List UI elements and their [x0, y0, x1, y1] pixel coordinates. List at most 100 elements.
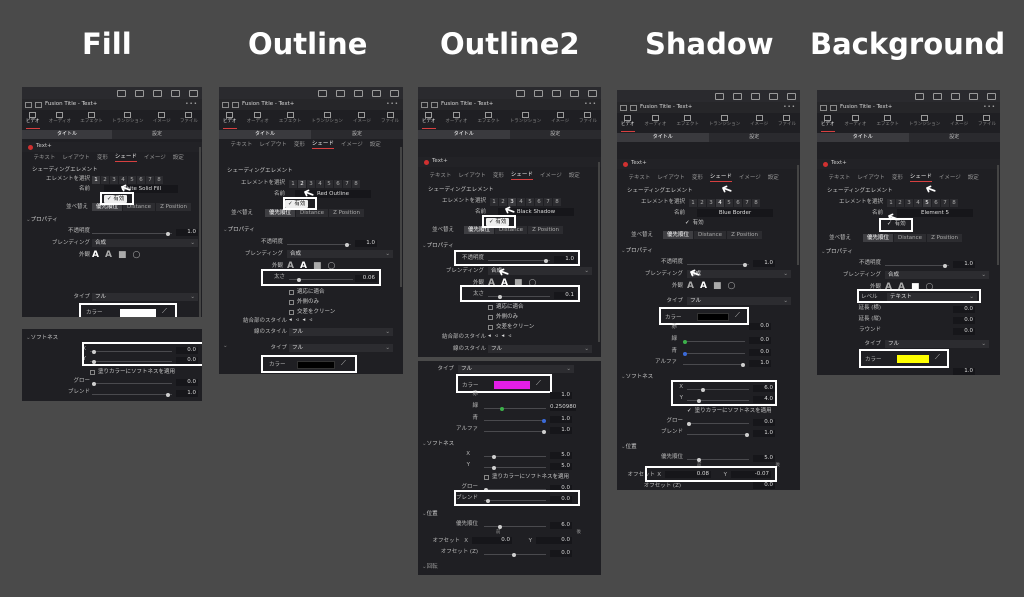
green-value[interactable]: 0.0 — [749, 337, 771, 344]
toolbar-icon[interactable] — [153, 89, 162, 97]
tab-layout[interactable]: レイアウト — [857, 175, 885, 182]
opacity-slider[interactable] — [287, 242, 351, 247]
softness-y-value[interactable]: 5.0 — [550, 463, 572, 470]
toolbar-icon[interactable] — [570, 89, 579, 97]
toolbar-icon[interactable] — [951, 92, 960, 100]
tab-text[interactable]: テキスト — [629, 175, 651, 182]
offset-z-slider[interactable] — [484, 552, 546, 557]
tab-transition[interactable]: トランジション — [909, 113, 940, 132]
tab-audio[interactable]: オーディオ — [247, 110, 269, 129]
type-select[interactable]: フル — [458, 365, 574, 373]
tab-transform[interactable]: 変形 — [892, 175, 903, 182]
alpha-value[interactable]: 1.0 — [749, 360, 771, 367]
tab-audio[interactable]: オーディオ — [844, 113, 867, 132]
element-button-6[interactable]: 6 — [334, 179, 342, 188]
type-select[interactable]: フル — [92, 293, 198, 301]
tab-video[interactable]: ビデオ — [821, 113, 835, 132]
tab-layout[interactable]: レイアウト — [259, 142, 287, 149]
join-style-icon[interactable]: ◂ — [289, 317, 292, 324]
tab-text[interactable]: テキスト — [231, 142, 253, 149]
tab-audio[interactable]: オーディオ — [49, 110, 71, 129]
element-button-8[interactable]: 8 — [155, 175, 163, 184]
element-button-5[interactable]: 5 — [923, 198, 931, 207]
type-select[interactable]: フル — [687, 297, 791, 305]
element-button-6[interactable]: 6 — [932, 198, 940, 207]
element-button-7[interactable]: 7 — [146, 175, 154, 184]
alpha-value[interactable]: 1.0 — [953, 368, 975, 375]
tab-image[interactable]: イメージ — [540, 173, 562, 180]
more-options-icon[interactable]: ••• — [185, 101, 198, 108]
toolbar-icon[interactable] — [390, 89, 399, 97]
slider-knob[interactable] — [492, 465, 496, 470]
slider-knob[interactable] — [498, 524, 502, 529]
more-options-icon[interactable]: ••• — [584, 101, 597, 108]
section-softness[interactable]: ソフトネス — [418, 441, 601, 449]
alpha-slider[interactable] — [683, 362, 745, 367]
tab-text[interactable]: テキスト — [430, 173, 452, 180]
toolbar-icon[interactable] — [336, 89, 345, 97]
element-button-5[interactable]: 5 — [526, 197, 534, 206]
section-position[interactable]: 位置 — [617, 444, 800, 452]
appearance-shape-icon[interactable]: ■ — [118, 250, 127, 260]
toolbar-icon[interactable] — [787, 92, 796, 100]
tab-image[interactable]: イメージ — [144, 155, 166, 162]
tab-transition[interactable]: トランジション — [112, 110, 143, 129]
slider-knob[interactable] — [92, 381, 96, 386]
priority-slider[interactable] — [687, 457, 749, 462]
tab-image[interactable]: イメージ — [950, 113, 968, 132]
tab-image[interactable]: イメージ — [939, 175, 961, 182]
tab-title[interactable]: タイトル — [617, 133, 709, 142]
round-value[interactable]: 0.0 — [953, 328, 975, 335]
toolbar-icon[interactable] — [715, 92, 724, 100]
appearance-outline-icon[interactable]: A — [700, 281, 707, 291]
line-style-select[interactable]: フル — [289, 328, 393, 336]
sort-z-position[interactable]: Z Position — [156, 203, 192, 211]
toolbar-icon[interactable] — [135, 89, 144, 97]
toolbar-icon[interactable] — [171, 89, 180, 97]
tab-video[interactable]: ビデオ — [621, 113, 635, 132]
element-name-field[interactable]: Element 5 — [897, 209, 973, 217]
tab-settings[interactable]: 設定 — [708, 133, 800, 142]
element-button-4[interactable]: 4 — [716, 198, 724, 207]
sort-z-position[interactable]: Z Position — [329, 209, 365, 217]
toolbar-icon[interactable] — [969, 92, 978, 100]
blending-select[interactable]: 合成 — [885, 271, 989, 279]
tab-shading[interactable]: シェード — [311, 141, 334, 150]
appearance-round-icon[interactable]: ○ — [132, 250, 140, 260]
outside-only-checkbox[interactable]: 外側のみ — [488, 314, 601, 321]
red-value[interactable]: 0.0 — [749, 323, 771, 330]
softness-y-slider[interactable] — [484, 465, 546, 470]
join-style-icon[interactable]: ◃ — [508, 333, 511, 340]
blending-select[interactable]: 合成 — [687, 270, 791, 278]
section-properties[interactable]: プロパティ — [219, 227, 403, 235]
scrollbar[interactable] — [598, 162, 600, 342]
offset-y-value[interactable]: 0.0 — [536, 537, 572, 544]
join-style-icon[interactable]: ◂ — [502, 333, 505, 340]
scrollbar[interactable] — [797, 165, 799, 265]
element-button-3[interactable]: 3 — [110, 175, 118, 184]
element-button-2[interactable]: 2 — [101, 175, 109, 184]
element-button-5[interactable]: 5 — [725, 198, 733, 207]
tab-image[interactable]: イメージ — [551, 110, 569, 129]
blue-slider[interactable] — [683, 351, 745, 356]
tab-file[interactable]: ファイル — [381, 110, 399, 129]
tab-transition[interactable]: トランジション — [709, 113, 740, 132]
tab-layout[interactable]: レイアウト — [62, 155, 90, 162]
tab-settings[interactable]: 設定 — [112, 130, 202, 139]
tab-audio[interactable]: オーディオ — [445, 110, 468, 129]
scrollbar[interactable] — [199, 147, 201, 317]
enabled-toggle[interactable]: ✓ 有効 — [685, 220, 800, 228]
extend-h-value[interactable]: 0.0 — [953, 306, 975, 313]
section-properties[interactable]: プロパティ — [22, 217, 202, 225]
join-style-icon[interactable]: ◂ — [488, 333, 491, 340]
element-button-8[interactable]: 8 — [752, 198, 760, 207]
slider-knob[interactable] — [743, 262, 747, 267]
tab-transform[interactable]: 変形 — [294, 142, 305, 149]
slider-knob[interactable] — [345, 242, 349, 247]
toolbar-icon[interactable] — [354, 89, 363, 97]
element-button-7[interactable]: 7 — [941, 198, 949, 207]
element-button-8[interactable]: 8 — [950, 198, 958, 207]
type-select[interactable]: フル — [289, 344, 393, 352]
element-name-field[interactable]: Blue Border — [697, 209, 773, 217]
tab-transition[interactable]: トランジション — [311, 110, 343, 129]
